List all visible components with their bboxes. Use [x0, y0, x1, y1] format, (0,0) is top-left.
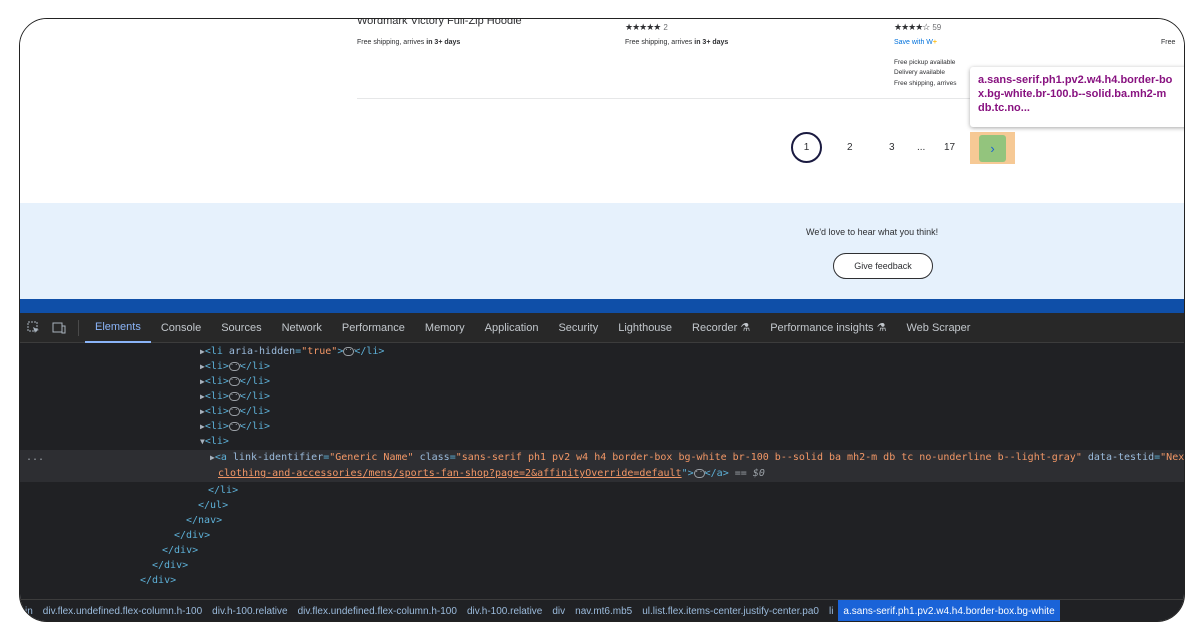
shipping-info-4: Free	[1161, 39, 1176, 46]
page-3-link[interactable]: 3	[889, 142, 895, 153]
breadcrumb-item[interactable]: in	[20, 600, 38, 621]
elements-tree: ▶<li aria-hidden="true">···</li> ▶<li>··…	[20, 344, 1184, 598]
breadcrumb-item[interactable]: div.flex.undefined.flex-column.h-100	[293, 600, 462, 621]
tab-performance-insights[interactable]: Performance insights ⚗	[760, 313, 896, 343]
breadcrumb-item[interactable]: div.h-100.relative	[462, 600, 547, 621]
breadcrumb-item[interactable]: div	[547, 600, 570, 621]
breadcrumb-item[interactable]: div.h-100.relative	[207, 600, 292, 621]
screenshot-frame: Wordmark Victory Full-Zip Hoodie Free sh…	[19, 18, 1185, 622]
give-feedback-button[interactable]: Give feedback	[833, 253, 933, 279]
next-page-button[interactable]: ›	[979, 134, 1006, 162]
ellipsis-icon[interactable]: ···	[228, 361, 243, 371]
shipping-info-1: Free shipping, arrives in 3+ days	[357, 39, 461, 46]
devtools-tabbar: Elements Console Sources Network Perform…	[20, 313, 1184, 343]
tree-row[interactable]: ▶<li>···</li>	[20, 389, 1184, 404]
tab-web-scraper[interactable]: Web Scraper	[896, 313, 980, 343]
tree-row[interactable]: ▶<li aria-hidden="true">···</li>	[20, 344, 1184, 359]
ellipsis-icon[interactable]: ···	[228, 421, 243, 431]
feedback-prompt: We'd love to hear what you think!	[806, 227, 939, 237]
tab-performance[interactable]: Performance	[332, 313, 415, 343]
tree-row[interactable]: ▶<li>···</li>	[20, 359, 1184, 374]
tree-row[interactable]: </div>	[20, 573, 1184, 588]
ellipsis-icon[interactable]: ···	[228, 391, 243, 401]
tab-security[interactable]: Security	[548, 313, 608, 343]
selected-tree-row[interactable]: ... ▶<a link-identifier="Generic Name" c…	[20, 450, 1184, 482]
breadcrumb-item[interactable]: nav.mt6.mb5	[570, 600, 637, 621]
ellipsis-icon[interactable]: ···	[228, 376, 243, 386]
delivery-info: Delivery available	[894, 69, 945, 76]
tab-recorder[interactable]: Recorder ⚗	[682, 313, 760, 343]
inspect-icon[interactable]	[20, 313, 46, 343]
tree-row[interactable]: ▶<li>···</li>	[20, 419, 1184, 434]
rating-stars-3: ★★★★☆ 59	[894, 22, 942, 32]
href-link[interactable]: clothing-and-accessories/mens/sports-fan…	[218, 468, 682, 479]
page-2-link[interactable]: 2	[847, 142, 853, 153]
tree-row[interactable]: </div>	[20, 543, 1184, 558]
ellipsis-icon[interactable]: ···	[343, 346, 357, 356]
tab-memory[interactable]: Memory	[415, 313, 475, 343]
tab-elements[interactable]: Elements	[85, 313, 151, 343]
tree-row[interactable]: </div>	[20, 528, 1184, 543]
breadcrumb-item-selected[interactable]: a.sans-serif.ph1.pv2.w4.h4.border-box.bg…	[838, 600, 1060, 621]
tab-application[interactable]: Application	[475, 313, 549, 343]
tree-row[interactable]: ▶<li>···</li>	[20, 374, 1184, 389]
footer-band	[20, 299, 1184, 313]
ellipsis-icon[interactable]: ···	[693, 468, 707, 478]
breadcrumb-item[interactable]: ul.list.flex.items-center.justify-center…	[637, 600, 824, 621]
tab-network[interactable]: Network	[272, 313, 332, 343]
feedback-section: We'd love to hear what you think! Give f…	[20, 203, 1184, 299]
tree-row[interactable]: </nav>	[20, 513, 1184, 528]
rating-stars-2: ★★★★★ 2	[625, 22, 668, 32]
page-1-button[interactable]: 1	[791, 132, 822, 163]
tree-row[interactable]: ▶<li>···</li>	[20, 404, 1184, 419]
page-17-link[interactable]: 17	[944, 142, 955, 153]
breadcrumb: in div.flex.undefined.flex-column.h-100 …	[20, 599, 1184, 621]
ellipsis-icon[interactable]: ···	[228, 406, 243, 416]
shipping-info-2: Free shipping, arrives in 3+ days	[625, 39, 729, 46]
pickup-info: Free pickup available	[894, 59, 956, 66]
row-menu-dots[interactable]: ...	[26, 450, 44, 465]
shipping-info-3: Free shipping, arrives	[894, 80, 957, 87]
tab-sources[interactable]: Sources	[211, 313, 271, 343]
tree-row[interactable]: </li>	[20, 483, 1184, 498]
save-with-wplus-link[interactable]: Save with W+	[894, 39, 937, 46]
breadcrumb-item[interactable]: div.flex.undefined.flex-column.h-100	[38, 600, 207, 621]
toolbar-separator	[78, 319, 79, 336]
product-title[interactable]: Wordmark Victory Full-Zip Hoodie	[357, 19, 522, 27]
pagination-ellipsis: ...	[917, 142, 926, 153]
tree-row[interactable]: ▼<li>	[20, 434, 1184, 449]
tab-lighthouse[interactable]: Lighthouse	[608, 313, 682, 343]
tree-row[interactable]: </ul>	[20, 498, 1184, 513]
tree-row[interactable]: </div>	[20, 558, 1184, 573]
breadcrumb-item[interactable]: li	[824, 600, 838, 621]
tab-console[interactable]: Console	[151, 313, 211, 343]
devtools-panel: Elements Console Sources Network Perform…	[20, 313, 1184, 621]
web-page: Wordmark Victory Full-Zip Hoodie Free sh…	[20, 19, 1184, 313]
next-page-highlight: ›	[970, 132, 1015, 164]
element-inspector-tooltip: a.sans-serif.ph1.pv2.w4.h4.border-bo x.b…	[970, 67, 1184, 127]
device-toggle-icon[interactable]	[46, 313, 72, 343]
